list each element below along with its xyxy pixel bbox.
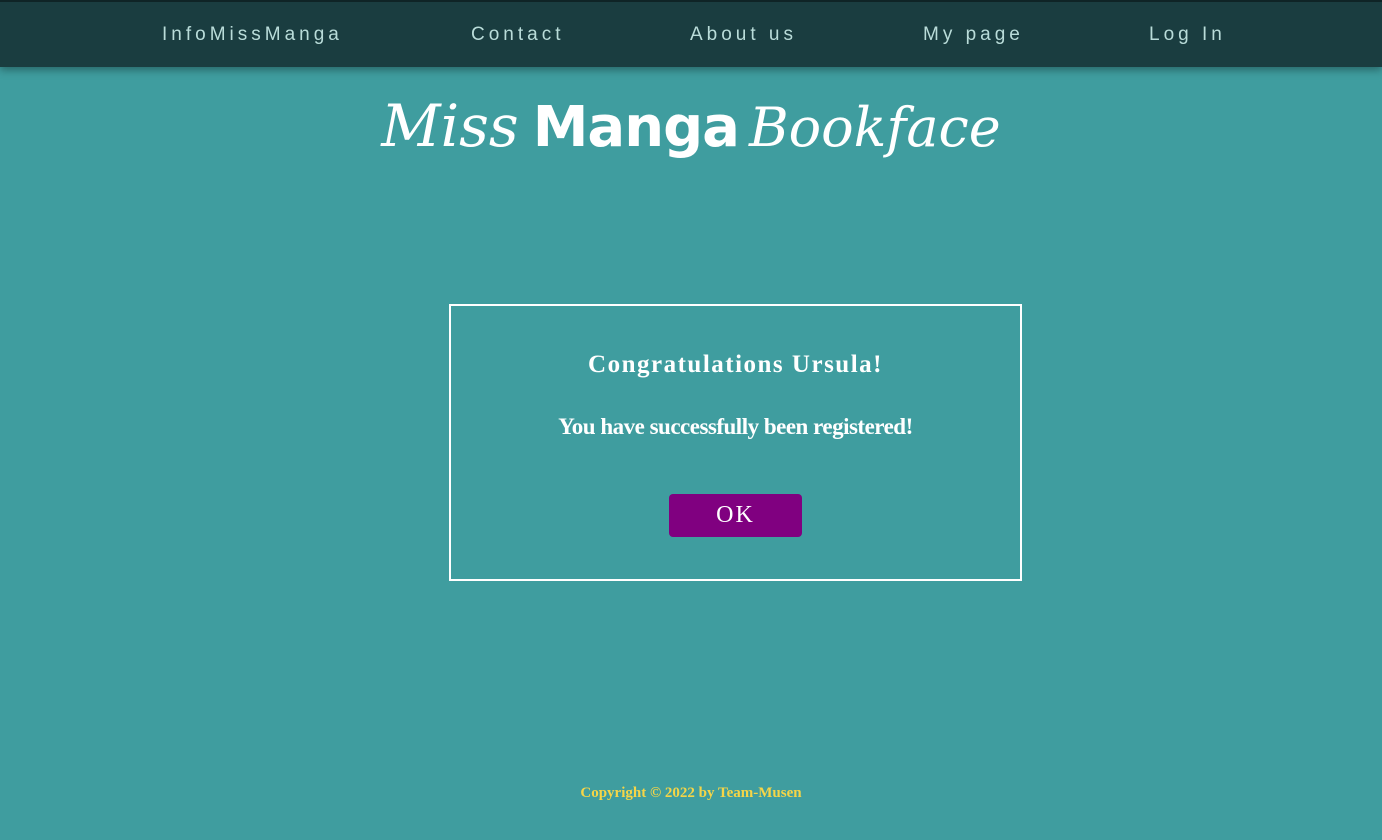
footer-copyright: Copyright © 2022 by Team-Musen <box>580 785 802 801</box>
nav-link-my-page[interactable]: My page <box>923 24 1024 46</box>
logo-text-bookface: Bookface <box>748 96 1001 159</box>
site-logo: Miss Manga Bookface <box>0 92 1382 160</box>
logo-text-miss: Miss <box>381 92 519 160</box>
logo-text-manga: Manga <box>532 95 740 160</box>
nav-link-log-in[interactable]: Log In <box>1149 24 1226 46</box>
nav-link-contact[interactable]: Contact <box>471 24 564 46</box>
nav-link-about-us[interactable]: About us <box>690 24 797 46</box>
registration-success-dialog: Congratulations Ursula! You have success… <box>449 304 1022 581</box>
top-navigation-bar: InfoMissManga Contact About us My page L… <box>0 0 1382 67</box>
dialog-message: You have successfully been registered! <box>558 414 913 439</box>
dialog-title: Congratulations Ursula! <box>588 351 883 378</box>
ok-button[interactable]: OK <box>669 494 802 537</box>
nav-link-infomissmanga[interactable]: InfoMissManga <box>162 24 343 46</box>
